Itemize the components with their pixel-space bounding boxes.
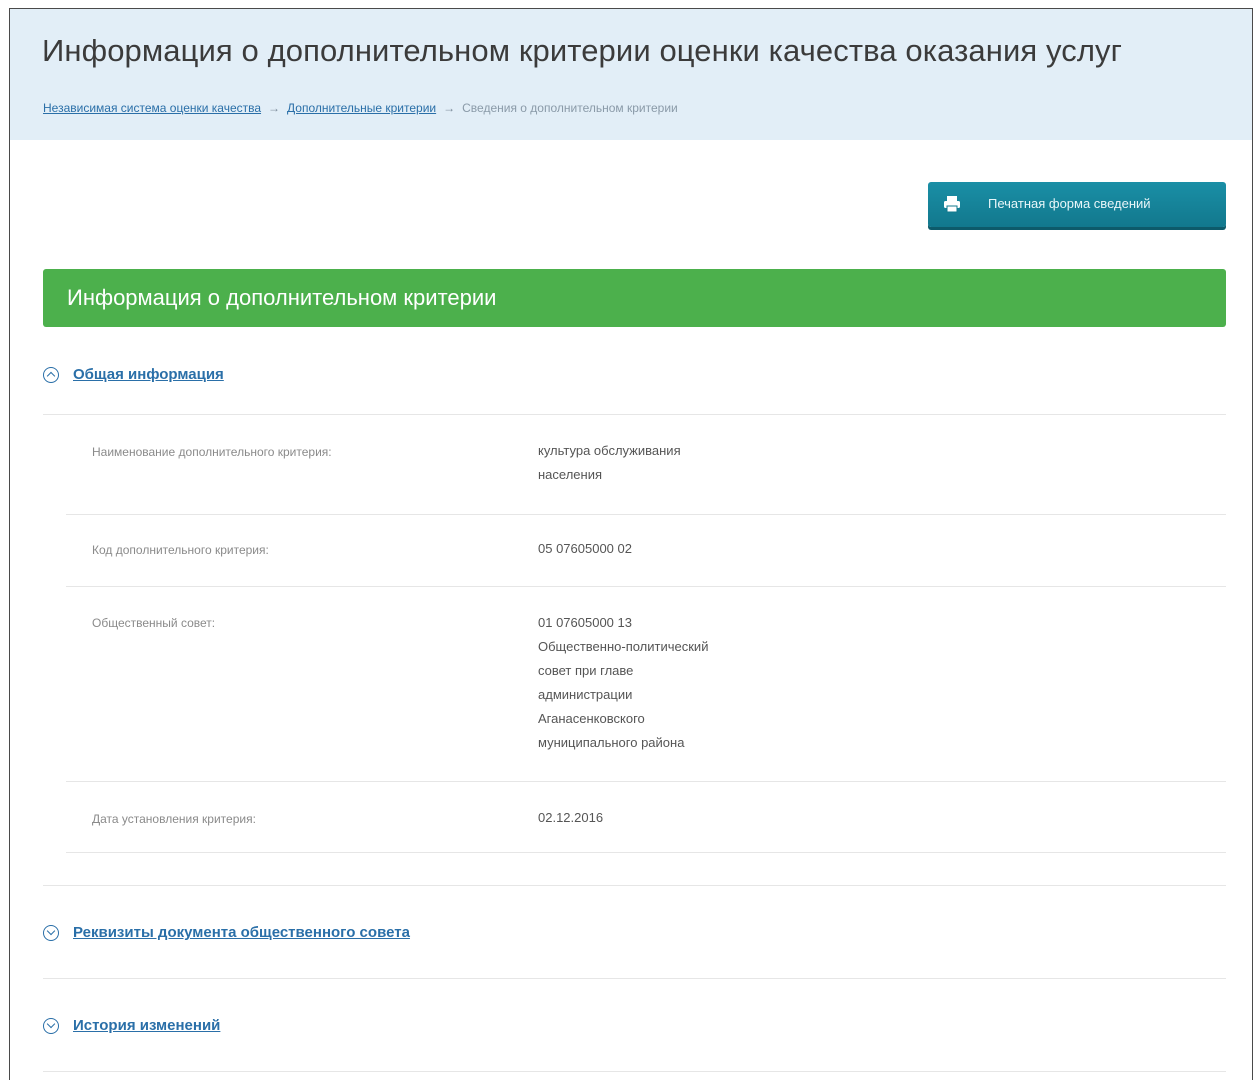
accordion-requisites-label: Реквизиты документа общественного совета <box>73 924 410 941</box>
breadcrumb: Независимая система оценки качества → До… <box>43 101 678 115</box>
breadcrumb-link-nsok[interactable]: Независимая система оценки качества <box>43 101 261 115</box>
page-frame: Информация о дополнительном критерии оце… <box>9 8 1253 1080</box>
field-value-criterion-code: 05 07605000 02 <box>538 537 798 561</box>
value-line: администрации <box>538 687 633 702</box>
breadcrumb-separator: → <box>268 101 281 115</box>
row-divider <box>66 514 1226 515</box>
section-title-bar: Информация о дополнительном критерии <box>43 269 1226 327</box>
value-line: муниципального района <box>538 735 685 750</box>
accordion-general-info-label: Общая информация <box>73 366 224 383</box>
breadcrumb-link-criteria[interactable]: Дополнительные критерии <box>287 101 436 115</box>
row-divider <box>66 852 1226 853</box>
page-header: Информация о дополнительном критерии оце… <box>10 9 1252 140</box>
field-value-date: 02.12.2016 <box>538 806 798 830</box>
accordion-history-label: История изменений <box>73 1017 221 1034</box>
field-label-date: Дата установления критерия: <box>92 812 256 826</box>
section-title: Информация о дополнительном критерии <box>67 285 497 310</box>
breadcrumb-current: Сведения о дополнительном критерии <box>462 101 678 115</box>
field-value-public-council: 01 07605000 13 Общественно-политический … <box>538 611 798 755</box>
value-line: 05 07605000 02 <box>538 541 632 556</box>
value-line: 02.12.2016 <box>538 810 604 825</box>
value-line: совет при главе <box>538 663 634 678</box>
accordion-history[interactable]: История изменений <box>43 1017 220 1034</box>
value-line: Общественно-политический <box>538 639 709 654</box>
chevron-up-circle-icon <box>43 366 59 383</box>
row-divider <box>66 586 1226 587</box>
value-line: Аганасенковского <box>538 711 645 726</box>
value-line: культура обслуживания <box>538 443 681 458</box>
divider <box>43 885 1226 886</box>
value-line: 01 07605000 13 <box>538 615 632 630</box>
print-form-button[interactable]: Печатная форма сведений <box>928 182 1226 227</box>
printer-icon <box>944 196 960 213</box>
divider <box>43 414 1226 415</box>
breadcrumb-separator: → <box>443 101 456 115</box>
divider <box>43 1071 1226 1072</box>
accordion-general-info[interactable]: Общая информация <box>43 366 224 383</box>
chevron-down-circle-icon <box>43 924 59 941</box>
accordion-requisites[interactable]: Реквизиты документа общественного совета <box>43 924 410 941</box>
print-form-label: Печатная форма сведений <box>988 196 1151 211</box>
chevron-down-circle-icon <box>43 1017 59 1034</box>
field-value-criterion-name: культура обслуживания населения <box>538 439 798 487</box>
value-line: населения <box>538 467 603 482</box>
field-label-criterion-name: Наименование дополнительного критерия: <box>92 445 332 459</box>
page-title: Информация о дополнительном критерии оце… <box>42 33 1123 68</box>
divider <box>43 978 1226 979</box>
row-divider <box>66 781 1226 782</box>
field-label-criterion-code: Код дополнительного критерия: <box>92 543 269 557</box>
field-label-public-council: Общественный совет: <box>92 616 216 630</box>
